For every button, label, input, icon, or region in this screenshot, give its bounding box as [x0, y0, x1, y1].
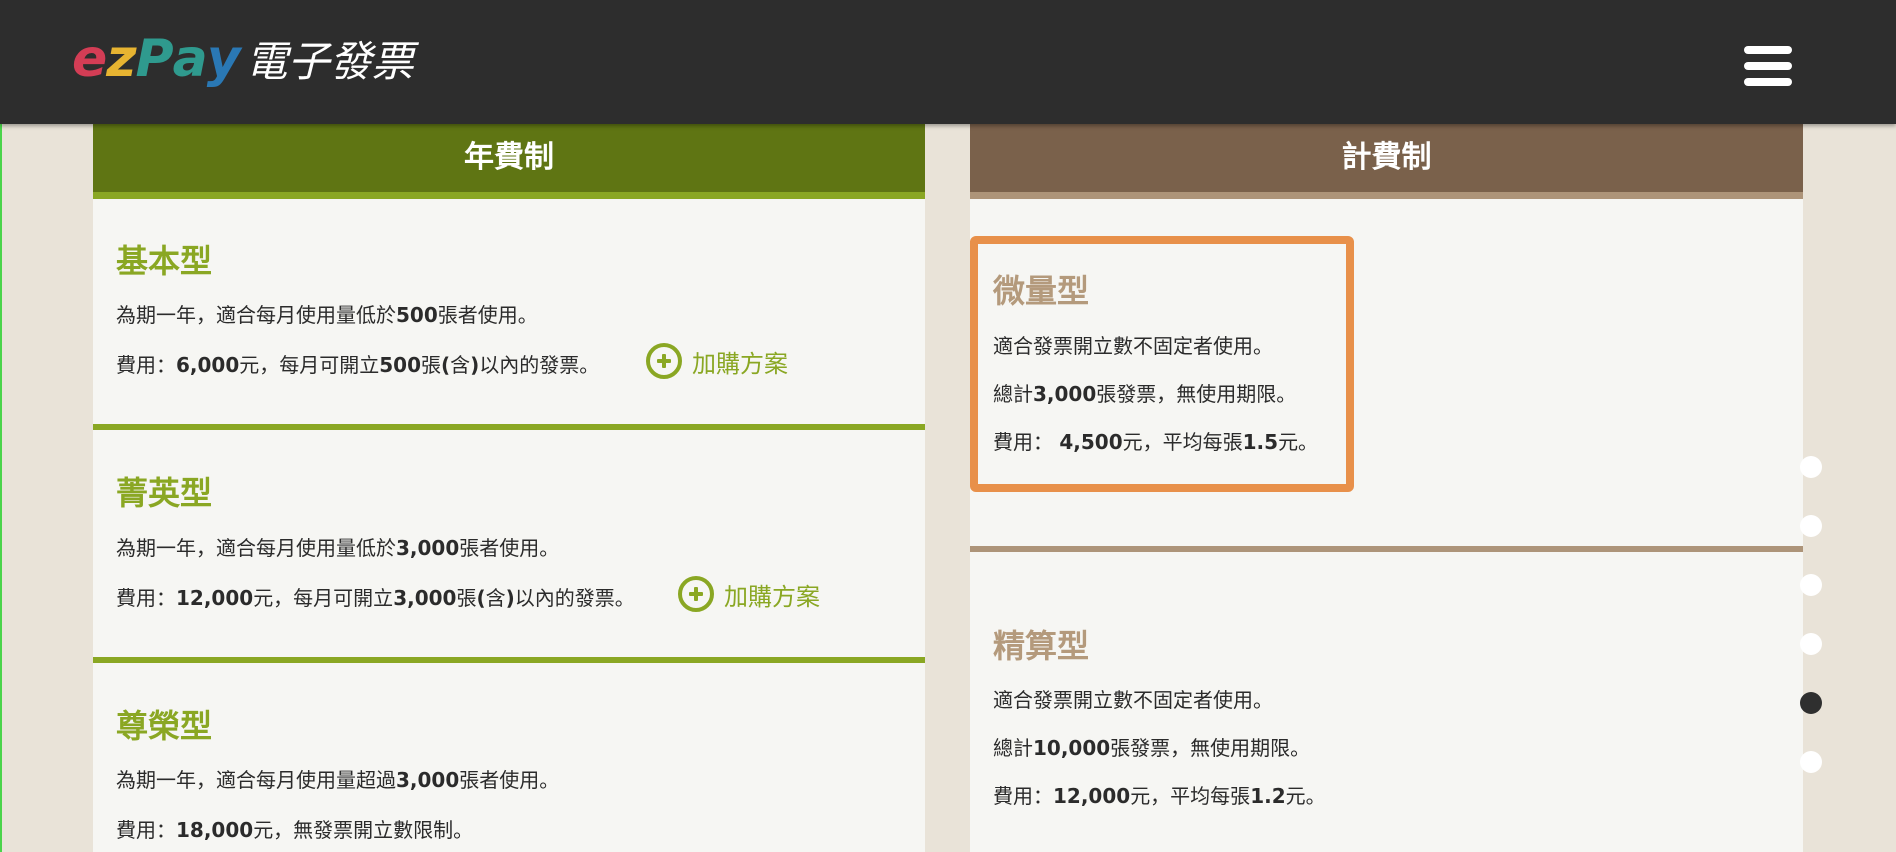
- number: 500: [379, 353, 422, 377]
- annual-plan-column: 年費制 基本型 為期一年，適合每月使用量低於500張者使用。 費用：6,000元…: [93, 124, 925, 852]
- hamburger-icon[interactable]: [1744, 46, 1792, 86]
- page: ezPay 電子發票 年費制 基本型 為期一年，適合每月使用量低於500張者使用…: [0, 0, 1896, 852]
- plan-price: 費用： 4,500元，平均每張1.5元。: [993, 426, 1318, 455]
- text: 費用：: [116, 818, 176, 842]
- nav-dot[interactable]: [1800, 574, 1822, 596]
- plan-description: 為期一年，適合每月使用量低於3,000張者使用。: [116, 532, 559, 561]
- text: 張發票，無使用期限。: [1110, 736, 1311, 760]
- text: 以內的發票。: [479, 353, 600, 377]
- metered-plan-column: 計費制 微量型 適合發票開立數不固定者使用。 總計3,000張發票，無使用期限。…: [970, 124, 1803, 852]
- number: 12,000: [1053, 784, 1131, 808]
- number: 10,000: [1033, 736, 1111, 760]
- logo-letter: P: [135, 29, 174, 89]
- left-edge-line: [0, 124, 2, 852]
- plan-title-basic: 基本型: [116, 242, 213, 280]
- nav-dot[interactable]: [1800, 633, 1822, 655]
- addon-plan-button-basic[interactable]: 加購方案: [646, 343, 788, 379]
- plan-description: 為期一年，適合每月使用量低於500張者使用。: [116, 299, 538, 328]
- text: 以內的發票。: [514, 586, 635, 610]
- menu-bar: [1744, 78, 1792, 86]
- text: 總計: [993, 382, 1033, 406]
- plan-description: 適合發票開立數不固定者使用。: [993, 330, 1273, 359]
- text: 元。: [1278, 430, 1319, 454]
- nav-dot[interactable]: [1800, 515, 1822, 537]
- logo-letter: z: [106, 29, 136, 89]
- text: (: [441, 353, 451, 377]
- number: 1.2: [1250, 784, 1286, 808]
- number: 1.5: [1242, 430, 1279, 454]
- text: 張: [456, 586, 477, 610]
- plan-quota: 總計3,000張發票，無使用期限。: [993, 378, 1296, 407]
- text: 元，每月可開立: [239, 353, 380, 377]
- plan-description: 適合發票開立數不固定者使用。: [993, 684, 1273, 713]
- plan-price: 費用：6,000元，每月可開立500張(含)以內的發票。: [116, 349, 599, 378]
- text: 適合發票開立數不固定者使用。: [993, 688, 1273, 712]
- text: 為期一年，適合每月使用量超過: [116, 768, 396, 792]
- text: 費用：: [993, 784, 1053, 808]
- ezpay-logo[interactable]: ezPay 電子發票: [72, 28, 414, 89]
- divider: [93, 657, 925, 663]
- text: 含: [450, 353, 471, 377]
- nav-dot[interactable]: [1800, 751, 1822, 773]
- text: ): [470, 353, 480, 377]
- text: 適合發票開立數不固定者使用。: [993, 334, 1273, 358]
- logo-letter: y: [206, 29, 241, 89]
- number: 12,000: [176, 586, 254, 610]
- logo-suffix: 電子發票: [245, 37, 414, 86]
- plan-title-micro: 微量型: [993, 272, 1090, 310]
- number: 3,000: [396, 768, 460, 792]
- metered-plan-heading: 計費制: [970, 124, 1803, 199]
- text: 元。: [1285, 784, 1326, 808]
- plan-title-precise: 精算型: [993, 627, 1090, 665]
- text: 為期一年，適合每月使用量低於: [116, 303, 396, 327]
- divider: [970, 546, 1803, 552]
- logo-letter: a: [172, 29, 208, 89]
- text: 元，平均每張: [1130, 784, 1251, 808]
- addon-label: 加購方案: [692, 349, 788, 378]
- text: 含: [485, 586, 506, 610]
- addon-plan-button-elite[interactable]: 加購方案: [678, 576, 820, 612]
- text: 元，每月可開立: [253, 586, 394, 610]
- plan-price: 費用：12,000元，平均每張1.2元。: [993, 780, 1326, 809]
- number: 500: [396, 303, 438, 327]
- text: 張發票，無使用期限。: [1096, 382, 1297, 406]
- text: 費用：: [116, 353, 176, 377]
- text: (: [476, 586, 486, 610]
- text: 總計: [993, 736, 1033, 760]
- logo-brand: ezPay: [72, 29, 241, 89]
- number: 3,000: [1033, 382, 1097, 406]
- number: 3,000: [396, 536, 460, 560]
- text: ): [505, 586, 515, 610]
- divider: [93, 424, 925, 430]
- nav-dot-active[interactable]: [1800, 692, 1822, 714]
- annual-plan-heading: 年費制: [93, 124, 925, 199]
- top-header: ezPay 電子發票: [0, 0, 1896, 124]
- addon-label: 加購方案: [724, 582, 820, 611]
- number: 18,000: [176, 818, 254, 842]
- plan-quota: 總計10,000張發票，無使用期限。: [993, 732, 1310, 761]
- text: 元，無發票開立數限制。: [253, 818, 474, 842]
- text: 張者使用。: [459, 536, 560, 560]
- plan-price: 費用：12,000元，每月可開立3,000張(含)以內的發票。: [116, 582, 635, 611]
- nav-dot[interactable]: [1800, 456, 1822, 478]
- text: 費用：: [993, 430, 1060, 454]
- number: 3,000: [393, 586, 457, 610]
- plan-price: 費用：18,000元，無發票開立數限制。: [116, 814, 473, 843]
- plus-circle-icon: [646, 343, 682, 379]
- plus-circle-icon: [678, 576, 714, 612]
- number: 4,500: [1059, 430, 1123, 454]
- number: 6,000: [176, 353, 240, 377]
- plan-title-premium: 尊榮型: [116, 707, 213, 745]
- plan-title-elite: 菁英型: [116, 474, 213, 512]
- logo-letter: e: [72, 29, 107, 89]
- text: 張者使用。: [459, 768, 560, 792]
- text: 費用：: [116, 586, 176, 610]
- text: 張者使用。: [437, 303, 538, 327]
- menu-bar: [1744, 62, 1792, 70]
- text: 為期一年，適合每月使用量低於: [116, 536, 396, 560]
- text: 張: [421, 353, 442, 377]
- text: 元，平均每張: [1122, 430, 1243, 454]
- plan-description: 為期一年，適合每月使用量超過3,000張者使用。: [116, 764, 559, 793]
- menu-bar: [1744, 46, 1792, 54]
